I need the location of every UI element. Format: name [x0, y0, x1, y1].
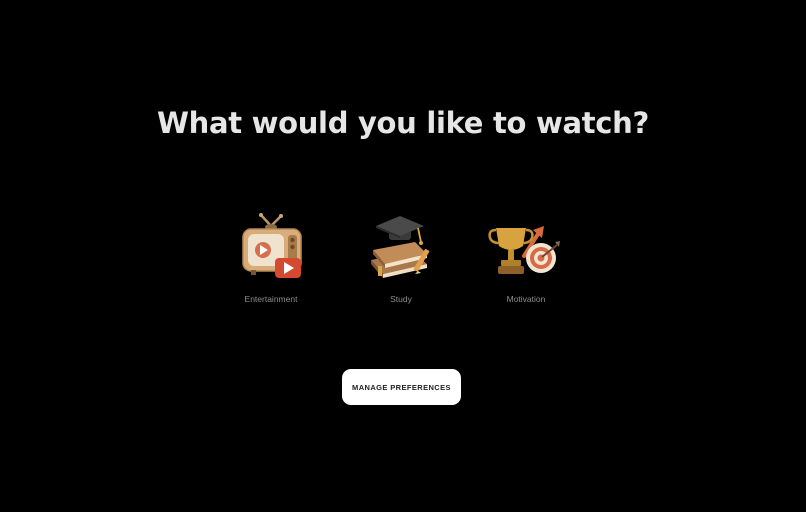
option-motivation[interactable]: Motivation: [471, 212, 581, 312]
option-entertainment[interactable]: Entertainment: [216, 212, 326, 312]
graduation-cap-books-icon: [371, 216, 430, 278]
category-options: Entertainment Study Motivation: [0, 212, 806, 312]
option-label: Study: [390, 294, 412, 304]
option-study[interactable]: Study: [346, 212, 456, 312]
tv-icon: [242, 213, 302, 278]
option-label: Entertainment: [244, 294, 298, 304]
option-label: Motivation: [506, 294, 546, 304]
trophy-target-icon: [488, 226, 560, 274]
manage-preferences-button[interactable]: MANAGE PREFERENCES: [342, 369, 461, 405]
page-title: What would you like to watch?: [156, 106, 650, 140]
onboarding-screen: What would you like to watch? Entertainm…: [0, 0, 806, 512]
